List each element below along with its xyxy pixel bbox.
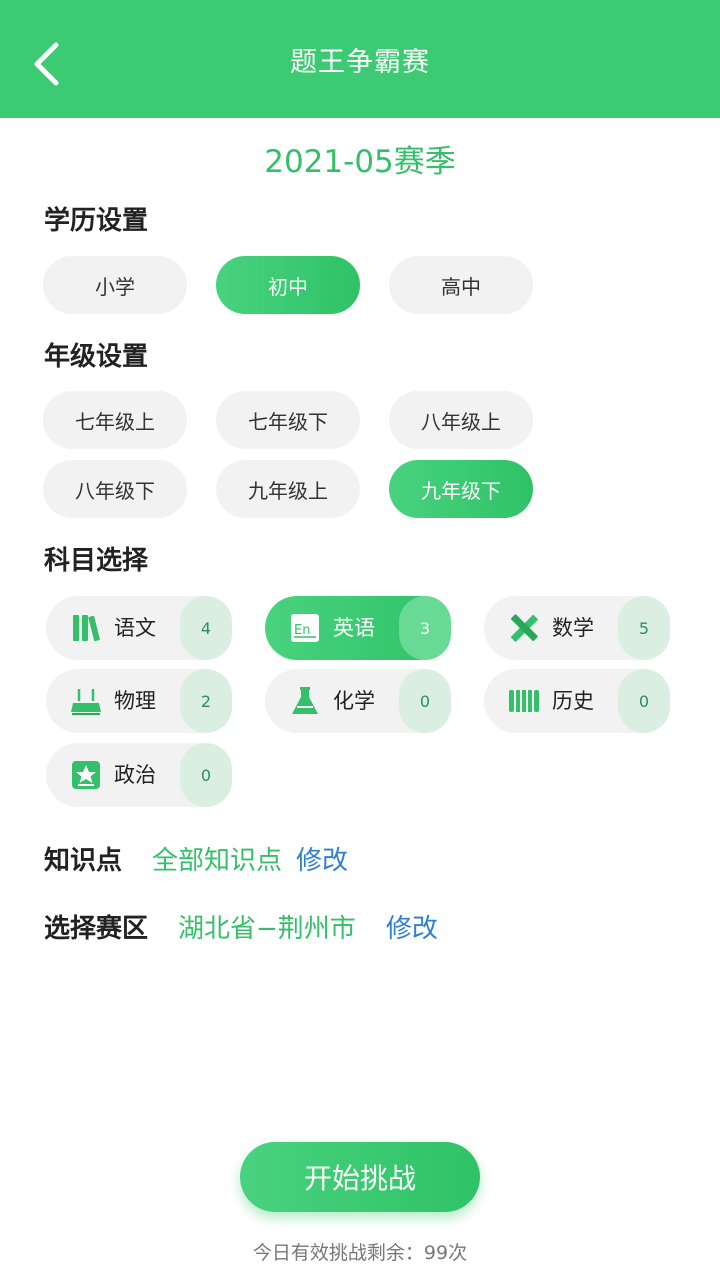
subject-physics[interactable]: 物理 2 xyxy=(46,669,232,733)
grade-option-9b[interactable]: 九年级下 xyxy=(389,460,533,518)
subject-label: 物理 xyxy=(114,689,156,713)
subject-english[interactable]: En 英语 3 xyxy=(265,596,451,660)
education-section-title: 学历设置 xyxy=(44,206,149,236)
page-title: 题王争霸赛 xyxy=(290,47,430,78)
grade-option-8a[interactable]: 八年级上 xyxy=(389,391,533,449)
region-row: 选择赛区 湖北省−荆州市 修改 xyxy=(44,906,438,946)
books-icon xyxy=(73,615,100,642)
grade-option-7a[interactable]: 七年级上 xyxy=(43,391,187,449)
subject-count: 2 xyxy=(180,669,232,733)
subject-label: 英语 xyxy=(333,616,375,640)
app-header: 题王争霸赛 xyxy=(0,0,720,118)
subject-chemistry[interactable]: 化学 0 xyxy=(265,669,451,733)
subject-history[interactable]: 历史 0 xyxy=(484,669,670,733)
subject-math[interactable]: 数学 5 xyxy=(484,596,670,660)
grade-section-title: 年级设置 xyxy=(44,342,149,372)
grade-option-8b[interactable]: 八年级下 xyxy=(43,460,187,518)
flask-icon xyxy=(292,687,318,714)
subject-label: 语文 xyxy=(114,616,156,640)
subject-count: 0 xyxy=(399,669,451,733)
star-badge-icon xyxy=(72,761,100,789)
start-challenge-button[interactable]: 开始挑战 xyxy=(240,1142,480,1212)
scroll-icon xyxy=(509,690,539,712)
subject-label: 数学 xyxy=(552,616,594,640)
region-label: 选择赛区 xyxy=(44,913,149,944)
subject-count: 5 xyxy=(618,596,670,660)
subject-label: 化学 xyxy=(333,689,375,713)
education-option-senior[interactable]: 高中 xyxy=(389,256,533,314)
remaining-attempts-text: 今日有效挑战剩余：99次 xyxy=(252,1242,468,1264)
region-value: 湖北省−荆州市 xyxy=(178,913,356,944)
education-option-primary[interactable]: 小学 xyxy=(43,256,187,314)
grade-option-9a[interactable]: 九年级上 xyxy=(216,460,360,518)
subject-count: 3 xyxy=(399,596,451,660)
svg-text:En: En xyxy=(294,623,310,638)
ruler-pencil-icon xyxy=(510,614,538,642)
subject-count: 0 xyxy=(180,743,232,807)
knowledge-row: 知识点 全部知识点 修改 xyxy=(44,838,348,878)
subject-count: 0 xyxy=(618,669,670,733)
english-en-icon: En xyxy=(291,614,319,642)
subject-chinese[interactable]: 语文 4 xyxy=(46,596,232,660)
subject-count: 4 xyxy=(180,596,232,660)
subject-section-title: 科目选择 xyxy=(44,546,149,576)
grade-option-7b[interactable]: 七年级下 xyxy=(216,391,360,449)
region-edit-link[interactable]: 修改 xyxy=(386,908,438,945)
education-option-junior[interactable]: 初中 xyxy=(216,256,360,314)
knowledge-value: 全部知识点 xyxy=(152,845,283,876)
knowledge-edit-link[interactable]: 修改 xyxy=(296,840,348,877)
knowledge-label: 知识点 xyxy=(44,845,123,876)
subject-politics[interactable]: 政治 0 xyxy=(46,743,232,807)
subject-label: 历史 xyxy=(552,689,594,713)
router-icon xyxy=(71,689,101,715)
season-label: 2021-05赛季 xyxy=(264,144,456,180)
subject-label: 政治 xyxy=(114,763,156,787)
